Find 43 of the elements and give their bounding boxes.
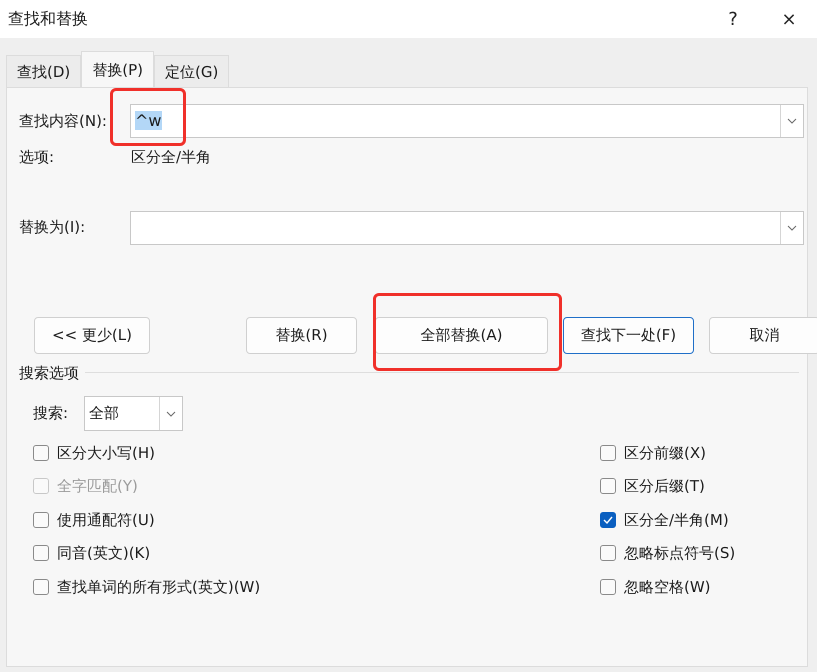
tab[interactable]: 查找(D) — [6, 55, 82, 87]
field-label: 查找内容(N): — [19, 110, 108, 132]
dialog-button[interactable]: << 更少(L) — [34, 316, 150, 354]
checkbox[interactable] — [600, 444, 616, 461]
checkbox-label: 区分前缀(X) — [624, 442, 706, 464]
chevron-down-icon — [787, 224, 797, 230]
checkmark-icon — [603, 516, 613, 524]
checkbox[interactable] — [600, 545, 616, 562]
options-label: 选项: — [19, 147, 56, 168]
checkbox[interactable] — [33, 545, 49, 562]
checkbox-label: 同音(英文)(K) — [57, 543, 150, 564]
checkbox[interactable] — [600, 512, 616, 528]
tab[interactable]: 替换(P) — [81, 51, 154, 87]
checkbox-label: 区分全/半角(M) — [624, 510, 729, 530]
close-button[interactable]: × — [769, 6, 809, 32]
checkbox-label: 区分大小写(H) — [57, 442, 155, 464]
dialog-button[interactable]: 取消 — [709, 316, 817, 354]
window-title: 查找和替换 — [8, 8, 89, 30]
dialog-button[interactable]: 全部替换(A) — [375, 316, 548, 354]
checkbox[interactable] — [600, 578, 616, 595]
checkbox[interactable] — [33, 578, 49, 595]
chevron-down-icon — [787, 118, 797, 124]
help-button[interactable]: ? — [713, 6, 753, 32]
replace-field[interactable] — [130, 210, 804, 244]
section-title: 搜索选项 — [19, 362, 79, 384]
search-label: 搜索: — [33, 403, 70, 424]
checkbox[interactable] — [33, 512, 49, 528]
checkbox-label: 使用通配符(U) — [57, 510, 155, 530]
chevron-down-icon — [166, 410, 176, 416]
dialog-button[interactable]: 替换(R) — [246, 316, 357, 354]
options-value: 区分全/半角 — [131, 147, 212, 168]
checkbox[interactable] — [33, 444, 49, 461]
field-label: 替换为(I): — [19, 217, 86, 238]
checkbox-label: 忽略空格(W) — [624, 576, 711, 598]
checkbox-label: 全字匹配(Y) — [57, 476, 138, 497]
checkbox[interactable] — [600, 478, 616, 494]
checkbox-label: 查找单词的所有形式(英文)(W) — [57, 576, 260, 598]
checkbox-label: 区分后缀(T) — [624, 476, 705, 497]
search-scope-select[interactable]: 全部 — [84, 396, 183, 431]
dialog-button[interactable]: 查找下一处(F) — [563, 316, 694, 354]
tab[interactable]: 定位(G) — [154, 55, 230, 87]
find-field[interactable]: ^w — [130, 104, 804, 138]
checkbox-label: 忽略标点符号(S) — [624, 543, 736, 564]
